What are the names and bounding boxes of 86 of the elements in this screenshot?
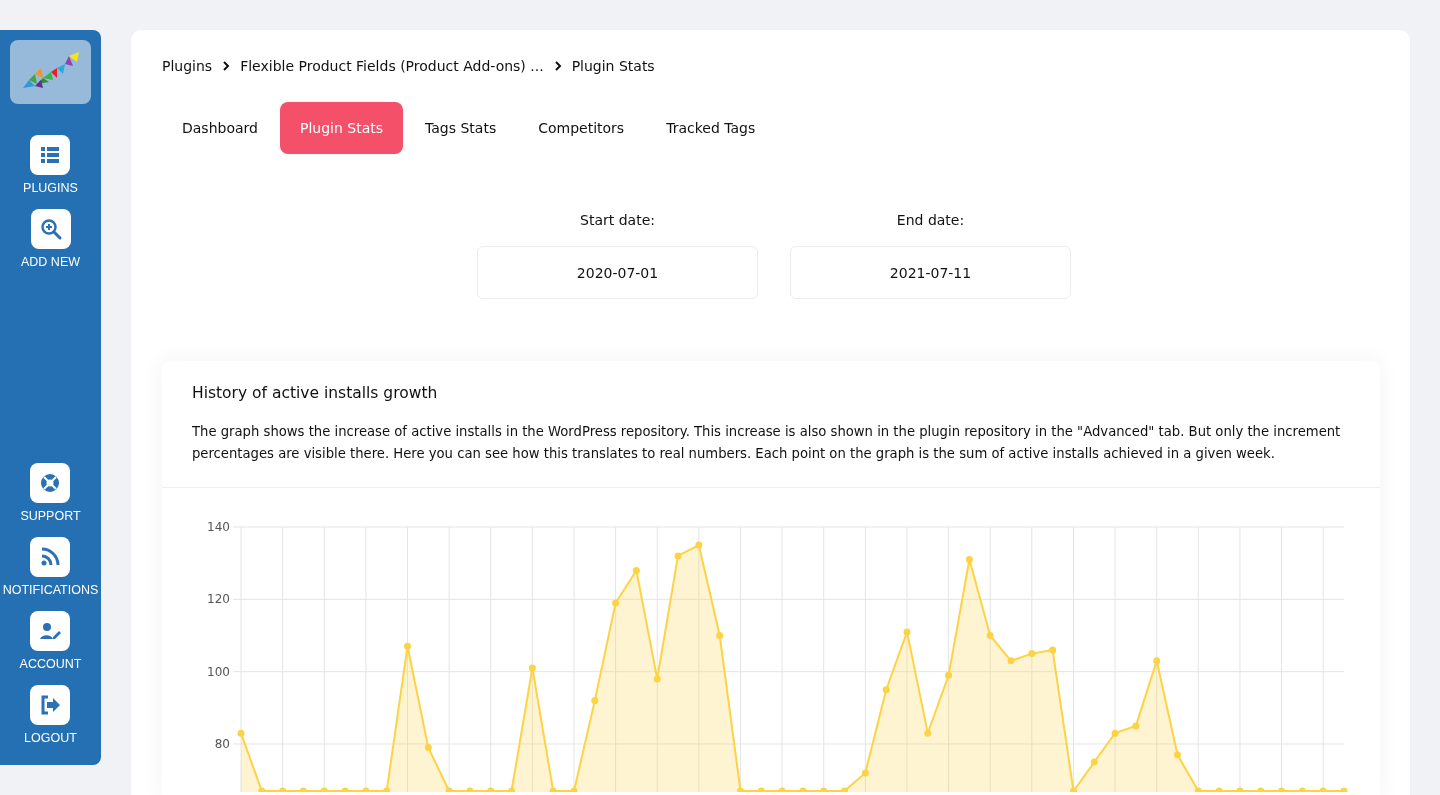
rss-icon [30, 537, 71, 577]
data-point [945, 671, 953, 679]
list-icon [30, 135, 71, 175]
data-point [986, 632, 994, 639]
user-edit-icon [30, 611, 71, 651]
date-field[interactable]: 2021-07-11 [790, 246, 1071, 299]
data-point [258, 787, 266, 792]
data-point [695, 541, 703, 549]
data-point [1174, 751, 1181, 759]
data-point [861, 769, 869, 777]
data-point [299, 787, 307, 792]
date-field[interactable]: 2020-07-01 [477, 246, 758, 299]
data-point [736, 787, 744, 792]
data-point [279, 787, 287, 792]
data-point [1236, 787, 1244, 792]
data-point [612, 599, 620, 607]
data-point [570, 787, 578, 792]
data-point [1132, 722, 1140, 730]
y-axis-label: 100 [207, 664, 230, 679]
data-point [404, 642, 411, 650]
y-axis-label: 140 [207, 520, 230, 534]
data-point [1194, 787, 1202, 792]
tab[interactable]: Dashboard [162, 102, 278, 154]
sidebar-nav-item[interactable]: SUPPORT [20, 463, 81, 523]
sidebar-nav-item[interactable]: ACCOUNT [19, 611, 82, 671]
sidebar-nav-item[interactable]: ADD NEW [21, 209, 80, 269]
data-point [1298, 787, 1306, 792]
data-point [1007, 657, 1015, 665]
data-point [341, 787, 349, 792]
sidebar-nav-item[interactable]: LOGOUT [24, 685, 77, 745]
data-point [1257, 787, 1265, 792]
data-point [632, 566, 640, 574]
sidebar-nav-item[interactable]: PLUGINS [23, 135, 78, 195]
data-point [965, 556, 973, 564]
tab[interactable]: Tracked Tags [646, 102, 776, 154]
data-point [674, 552, 682, 560]
data-point [424, 744, 432, 752]
data-point [1028, 650, 1036, 658]
data-point [362, 787, 370, 792]
y-axis-label: 80 [214, 737, 230, 751]
chevron-icon [222, 61, 231, 71]
data-point [466, 787, 474, 792]
data-point [320, 787, 328, 792]
data-point [799, 787, 807, 792]
data-point [1111, 729, 1119, 737]
tab[interactable]: Competitors [518, 102, 645, 154]
data-point [1049, 646, 1057, 654]
data-point [1069, 787, 1077, 792]
data-point [903, 628, 911, 636]
data-point [1340, 787, 1348, 792]
data-point [882, 686, 890, 694]
date-label: Start date: [580, 212, 655, 230]
data-point [1215, 787, 1223, 792]
data-point [841, 787, 849, 792]
y-axis-label: 120 [207, 592, 230, 607]
zoom-in-icon [30, 209, 71, 249]
data-point [757, 787, 765, 792]
breadcrumb-link[interactable]: Plugins [162, 58, 213, 74]
data-point [716, 632, 724, 639]
tab[interactable]: Tags Stats [405, 102, 517, 154]
data-point [383, 787, 391, 792]
breadcrumb-current[interactable]: Plugin Stats [571, 58, 655, 74]
date-label: End date: [896, 212, 965, 230]
breadcrumb-link[interactable]: Flexible Product Fields (Product Add-ons) ... [240, 58, 544, 74]
data-point [508, 787, 516, 792]
chart-description: The graph shows the increase of active installs in the WordPress repository. This increase is also shown in the plugin repository in the "Advanced" tab. But only the increment percentages are visible there. Here you can see how this translates to real numbers. Each point on the graph is the sum of active installs achieved in a given week. [192, 423, 1342, 463]
sidebar-nav-item[interactable]: NOTIFICATIONS [2, 537, 99, 597]
data-point [445, 787, 453, 792]
chevron-icon [553, 61, 562, 71]
lifebuoy-icon [30, 463, 71, 503]
data-point [653, 675, 661, 683]
logo-icon[interactable] [10, 40, 91, 104]
data-point [1319, 787, 1327, 792]
data-point [237, 729, 245, 737]
data-point [1153, 657, 1161, 665]
data-point [487, 787, 495, 792]
data-point [549, 787, 557, 792]
logout-icon [30, 685, 71, 725]
data-point [778, 787, 786, 792]
data-point [1278, 787, 1286, 792]
data-point [924, 729, 932, 737]
card-title: History of active installs growth [192, 384, 439, 402]
data-point [820, 787, 828, 792]
data-point [1090, 758, 1098, 766]
data-point [591, 697, 599, 705]
data-point [528, 664, 536, 672]
